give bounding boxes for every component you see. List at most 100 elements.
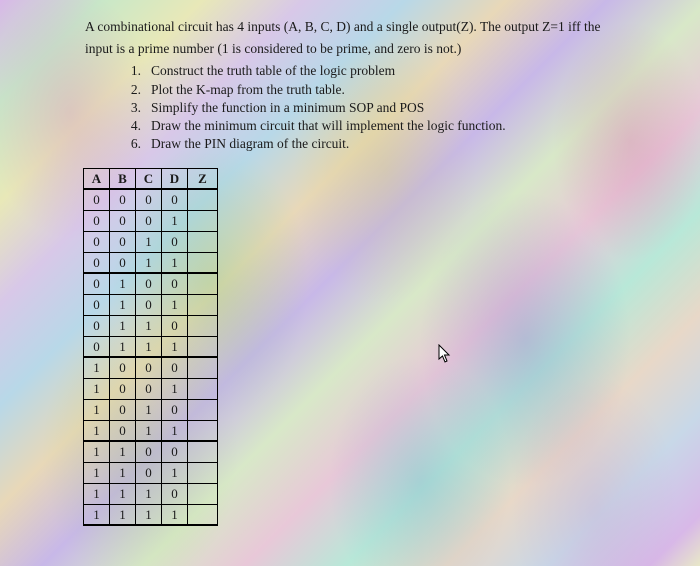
table-cell: 1 bbox=[136, 315, 162, 336]
table-cell: 1 bbox=[84, 357, 110, 378]
list-num: 3. bbox=[119, 99, 141, 117]
table-cell bbox=[188, 294, 218, 315]
table-cell: 0 bbox=[162, 189, 188, 210]
table-cell: 0 bbox=[162, 483, 188, 504]
table-cell: 0 bbox=[110, 189, 136, 210]
table-cell: 0 bbox=[110, 378, 136, 399]
table-cell: 0 bbox=[162, 399, 188, 420]
table-cell: 0 bbox=[84, 273, 110, 294]
table-cell: 1 bbox=[110, 294, 136, 315]
table-cell: 0 bbox=[84, 252, 110, 273]
table-cell: 0 bbox=[136, 462, 162, 483]
table-row: 1111 bbox=[84, 504, 218, 525]
list-num: 2. bbox=[119, 81, 141, 99]
table-cell bbox=[188, 441, 218, 462]
table-cell: 0 bbox=[162, 273, 188, 294]
table-row: 0111 bbox=[84, 336, 218, 357]
list-num: 1. bbox=[119, 62, 141, 80]
table-cell: 0 bbox=[110, 399, 136, 420]
table-cell: 1 bbox=[162, 504, 188, 525]
table-cell bbox=[188, 357, 218, 378]
table-cell: 0 bbox=[136, 189, 162, 210]
table-cell: 1 bbox=[84, 483, 110, 504]
table-cell: 1 bbox=[84, 378, 110, 399]
table-cell bbox=[188, 315, 218, 336]
table-cell bbox=[188, 273, 218, 294]
table-cell: 0 bbox=[84, 231, 110, 252]
list-text: Draw the minimum circuit that will imple… bbox=[151, 117, 506, 135]
table-cell: 1 bbox=[110, 462, 136, 483]
list-item: 3. Simplify the function in a minimum SO… bbox=[119, 99, 670, 117]
table-cell: 1 bbox=[136, 231, 162, 252]
list-item: 2. Plot the K-map from the truth table. bbox=[119, 81, 670, 99]
truth-table: A B C D Z 000000010010001101000101011001… bbox=[83, 168, 218, 527]
table-cell: 1 bbox=[162, 378, 188, 399]
table-cell: 0 bbox=[136, 294, 162, 315]
table-cell: 1 bbox=[162, 420, 188, 441]
table-cell: 0 bbox=[84, 294, 110, 315]
table-cell: 1 bbox=[84, 441, 110, 462]
table-cell: 1 bbox=[110, 504, 136, 525]
table-cell bbox=[188, 210, 218, 231]
table-row: 1001 bbox=[84, 378, 218, 399]
task-list: 1. Construct the truth table of the logi… bbox=[119, 62, 670, 153]
table-cell: 0 bbox=[162, 315, 188, 336]
list-num: 4. bbox=[119, 117, 141, 135]
list-text: Draw the PIN diagram of the circuit. bbox=[151, 135, 349, 153]
table-cell: 1 bbox=[110, 441, 136, 462]
table-cell: 0 bbox=[110, 231, 136, 252]
problem-line-1: A combinational circuit has 4 inputs (A,… bbox=[85, 18, 670, 36]
table-row: 1100 bbox=[84, 441, 218, 462]
table-cell: 1 bbox=[84, 504, 110, 525]
table-cell bbox=[188, 420, 218, 441]
col-Z: Z bbox=[188, 168, 218, 189]
table-cell: 0 bbox=[84, 210, 110, 231]
table-header-row: A B C D Z bbox=[84, 168, 218, 189]
table-cell: 0 bbox=[84, 189, 110, 210]
col-D: D bbox=[162, 168, 188, 189]
table-cell: 0 bbox=[136, 378, 162, 399]
table-row: 1110 bbox=[84, 483, 218, 504]
table-cell: 0 bbox=[136, 357, 162, 378]
list-item: 6. Draw the PIN diagram of the circuit. bbox=[119, 135, 670, 153]
table-cell: 1 bbox=[110, 483, 136, 504]
table-cell: 1 bbox=[110, 273, 136, 294]
table-cell: 1 bbox=[162, 294, 188, 315]
table-cell bbox=[188, 252, 218, 273]
table-row: 0010 bbox=[84, 231, 218, 252]
document-content: A combinational circuit has 4 inputs (A,… bbox=[0, 0, 700, 544]
table-row: 1010 bbox=[84, 399, 218, 420]
table-cell: 0 bbox=[162, 231, 188, 252]
col-B: B bbox=[110, 168, 136, 189]
table-cell: 1 bbox=[136, 399, 162, 420]
table-cell bbox=[188, 336, 218, 357]
list-item: 4. Draw the minimum circuit that will im… bbox=[119, 117, 670, 135]
table-cell: 0 bbox=[110, 210, 136, 231]
col-A: A bbox=[84, 168, 110, 189]
problem-line-2: input is a prime number (1 is considered… bbox=[85, 40, 670, 58]
table-cell bbox=[188, 462, 218, 483]
table-cell: 1 bbox=[136, 420, 162, 441]
table-cell: 1 bbox=[162, 336, 188, 357]
table-cell: 1 bbox=[162, 210, 188, 231]
table-cell: 0 bbox=[110, 420, 136, 441]
list-text: Plot the K-map from the truth table. bbox=[151, 81, 345, 99]
table-cell: 0 bbox=[84, 336, 110, 357]
table-cell: 1 bbox=[162, 252, 188, 273]
table-cell bbox=[188, 483, 218, 504]
list-item: 1. Construct the truth table of the logi… bbox=[119, 62, 670, 80]
table-cell: 0 bbox=[136, 441, 162, 462]
table-cell: 1 bbox=[84, 420, 110, 441]
table-row: 1011 bbox=[84, 420, 218, 441]
table-cell bbox=[188, 378, 218, 399]
table-row: 1000 bbox=[84, 357, 218, 378]
table-row: 1101 bbox=[84, 462, 218, 483]
table-cell: 1 bbox=[110, 336, 136, 357]
table-cell: 1 bbox=[136, 336, 162, 357]
table-cell: 0 bbox=[84, 315, 110, 336]
table-row: 0001 bbox=[84, 210, 218, 231]
list-text: Construct the truth table of the logic p… bbox=[151, 62, 395, 80]
table-row: 0101 bbox=[84, 294, 218, 315]
table-cell bbox=[188, 504, 218, 525]
table-cell: 0 bbox=[162, 441, 188, 462]
